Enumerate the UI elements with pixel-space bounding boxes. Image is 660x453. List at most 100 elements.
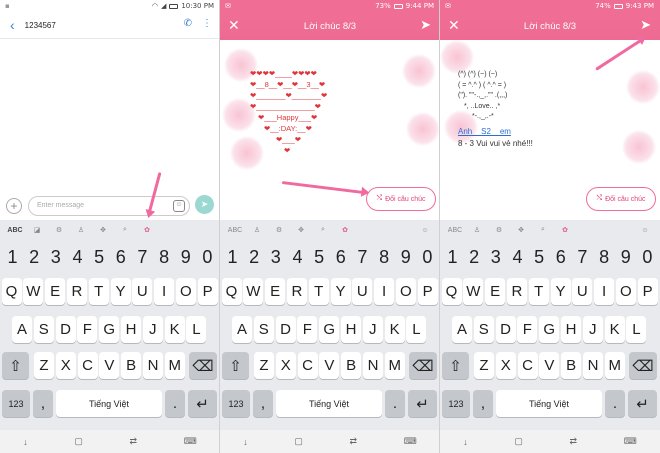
shift-key[interactable]: ⇧ [2, 352, 29, 379]
emoji-icon[interactable]: ☺ [414, 227, 436, 234]
letter-key[interactable]: Q [441, 278, 462, 305]
letter-key[interactable]: N [143, 352, 163, 379]
letter-key[interactable]: A [12, 316, 32, 343]
number-key[interactable]: 5 [529, 244, 550, 271]
letter-key[interactable]: F [297, 316, 318, 343]
move-icon[interactable]: ✥ [510, 226, 532, 234]
number-key[interactable]: 0 [637, 244, 658, 271]
letter-key[interactable]: R [66, 278, 87, 305]
letter-key[interactable]: V [99, 352, 120, 379]
number-key[interactable]: 2 [464, 244, 485, 271]
emoji-icon[interactable]: ☺ [634, 227, 656, 234]
keyboard-nav-icon[interactable]: ⌨ [184, 436, 197, 447]
letter-key[interactable]: Z [34, 352, 54, 379]
letter-key[interactable]: S [253, 316, 274, 343]
letter-key[interactable]: Q [221, 278, 242, 305]
move-icon[interactable]: ✥ [290, 226, 312, 234]
sticker-icon[interactable]: ☺ [173, 200, 185, 212]
letter-key[interactable]: C [517, 352, 538, 379]
number-key[interactable]: 9 [395, 244, 416, 271]
change-greeting-button[interactable]: ⤭ Đổi câu chúc [586, 187, 656, 211]
letter-key[interactable]: Y [110, 278, 131, 305]
number-key[interactable]: 2 [244, 244, 265, 271]
letter-key[interactable]: X [495, 352, 516, 379]
letter-key[interactable]: B [561, 352, 582, 379]
letter-key[interactable]: E [265, 278, 286, 305]
number-key[interactable]: 4 [507, 244, 528, 271]
letter-key[interactable]: O [615, 278, 636, 305]
backspace-key[interactable]: ⌫ [189, 352, 217, 379]
shirt-icon[interactable]: ♙ [246, 226, 268, 234]
letter-key[interactable]: A [452, 316, 472, 343]
number-key[interactable]: 9 [175, 244, 196, 271]
letter-key[interactable]: K [384, 316, 405, 343]
home-nav-icon[interactable]: ▢ [294, 436, 303, 447]
letter-key[interactable]: P [197, 278, 218, 305]
letter-key[interactable]: M [164, 352, 185, 379]
mode-key[interactable]: 123 [222, 390, 250, 417]
letter-key[interactable]: M [604, 352, 625, 379]
comma-key[interactable]: , [473, 390, 493, 417]
letter-key[interactable]: I [374, 278, 395, 305]
letter-key[interactable]: W [463, 278, 484, 305]
letter-key[interactable]: J [362, 316, 383, 343]
number-key[interactable]: 1 [2, 244, 23, 271]
flower-icon[interactable]: ✿ [554, 226, 576, 234]
letter-key[interactable]: J [582, 316, 603, 343]
number-key[interactable]: 8 [154, 244, 175, 271]
letter-key[interactable]: H [561, 316, 581, 343]
letter-key[interactable]: C [77, 352, 98, 379]
shirt-icon[interactable]: ♙ [466, 226, 488, 234]
letter-key[interactable]: R [286, 278, 307, 305]
letter-key[interactable]: V [319, 352, 340, 379]
letter-key[interactable]: U [352, 278, 373, 305]
back-nav-icon[interactable]: ↓ [23, 437, 28, 447]
back-nav-icon[interactable]: ↓ [243, 437, 248, 447]
home-nav-icon[interactable]: ▢ [74, 436, 83, 447]
letter-key[interactable]: F [517, 316, 538, 343]
abc-label[interactable]: ABC [4, 227, 26, 234]
more-icon[interactable]: ⋮ [202, 18, 212, 29]
letter-key[interactable]: D [275, 316, 296, 343]
letter-key[interactable]: E [485, 278, 506, 305]
letter-key[interactable]: T [88, 278, 109, 305]
letter-key[interactable]: N [583, 352, 603, 379]
move-icon[interactable]: ✥ [92, 226, 114, 234]
letter-key[interactable]: T [528, 278, 549, 305]
period-key[interactable]: . [605, 390, 625, 417]
number-key[interactable]: 5 [89, 244, 110, 271]
flower-icon[interactable]: ✿ [334, 226, 356, 234]
shift-key[interactable]: ⇧ [222, 352, 249, 379]
abc-label[interactable]: ABC [224, 227, 246, 234]
flower-icon[interactable]: ✿ [136, 226, 158, 234]
letter-key[interactable]: X [55, 352, 76, 379]
number-key[interactable]: 4 [67, 244, 88, 271]
letter-key[interactable]: Q [1, 278, 22, 305]
attach-icon[interactable]: + [6, 198, 22, 214]
number-key[interactable]: 6 [330, 244, 351, 271]
letter-key[interactable]: P [637, 278, 658, 305]
letter-key[interactable]: D [55, 316, 76, 343]
letter-key[interactable]: M [384, 352, 405, 379]
search-icon[interactable]: ⌕ [532, 226, 554, 234]
close-icon[interactable]: ✕ [448, 17, 460, 34]
letter-key[interactable]: E [45, 278, 66, 305]
letter-key[interactable]: Y [550, 278, 571, 305]
comma-key[interactable]: , [253, 390, 273, 417]
backspace-key[interactable]: ⌫ [409, 352, 437, 379]
letter-key[interactable]: G [539, 316, 560, 343]
number-key[interactable]: 7 [132, 244, 153, 271]
space-key[interactable]: Tiếng Việt [56, 390, 162, 417]
letter-key[interactable]: L [406, 316, 427, 343]
letter-key[interactable]: O [175, 278, 196, 305]
recent-nav-icon[interactable]: ⇄ [130, 436, 138, 447]
letter-key[interactable]: G [319, 316, 340, 343]
number-key[interactable]: 0 [197, 244, 218, 271]
comma-key[interactable]: , [33, 390, 53, 417]
close-icon[interactable]: ✕ [228, 17, 240, 34]
number-key[interactable]: 7 [352, 244, 373, 271]
number-key[interactable]: 0 [417, 244, 438, 271]
letter-key[interactable]: L [626, 316, 647, 343]
letter-key[interactable]: U [572, 278, 593, 305]
letter-key[interactable]: K [604, 316, 625, 343]
